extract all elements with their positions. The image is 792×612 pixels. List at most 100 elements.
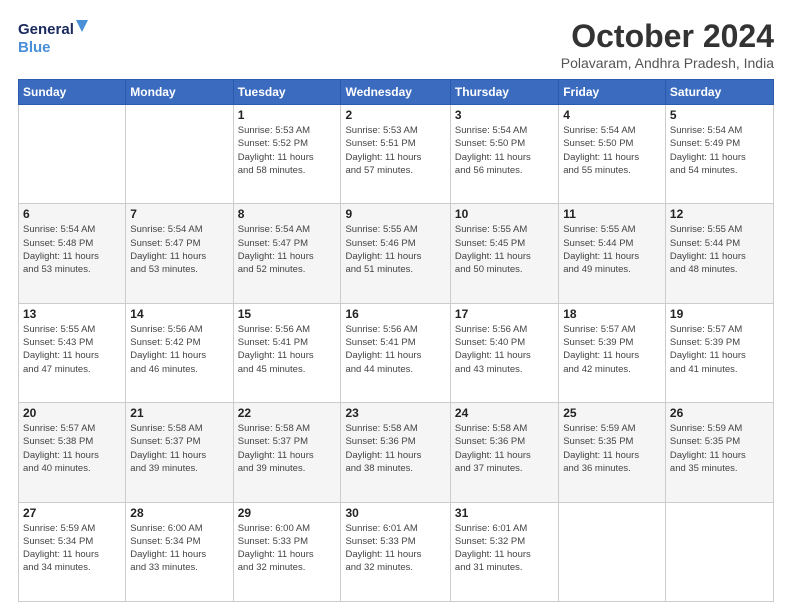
table-row: 30 Sunrise: 6:01 AM Sunset: 5:33 PM Dayli… <box>341 502 450 601</box>
col-wednesday: Wednesday <box>341 80 450 105</box>
week-row-2: 6 Sunrise: 5:54 AM Sunset: 5:48 PM Daylig… <box>19 204 774 303</box>
day-number: 19 <box>670 307 769 321</box>
table-row: 12 Sunrise: 5:55 AM Sunset: 5:44 PM Dayli… <box>665 204 773 303</box>
day-info: Sunrise: 5:57 AM Sunset: 5:39 PM Dayligh… <box>563 323 661 376</box>
day-info: Sunrise: 5:55 AM Sunset: 5:46 PM Dayligh… <box>345 223 445 276</box>
header: General Blue October 2024 Polavaram, And… <box>18 18 774 71</box>
day-info: Sunrise: 5:59 AM Sunset: 5:35 PM Dayligh… <box>563 422 661 475</box>
table-row: 27Sunrise: 5:59 AM Sunset: 5:34 PM Dayli… <box>19 502 126 601</box>
day-number: 13 <box>23 307 121 321</box>
day-number: 24 <box>455 406 554 420</box>
svg-text:Blue: Blue <box>18 39 51 56</box>
table-row: 31 Sunrise: 6:01 AM Sunset: 5:32 PM Dayli… <box>450 502 558 601</box>
day-number: 9 <box>345 207 445 221</box>
day-number: 11 <box>563 207 661 221</box>
day-number: 8 <box>238 207 337 221</box>
table-row: 8 Sunrise: 5:54 AM Sunset: 5:47 PM Daylig… <box>233 204 341 303</box>
logo-svg: General Blue <box>18 18 88 58</box>
day-info: Sunrise: 5:57 AM Sunset: 5:38 PM Dayligh… <box>23 422 121 475</box>
table-row: 2 Sunrise: 5:53 AM Sunset: 5:51 PM Daylig… <box>341 105 450 204</box>
day-info: Sunrise: 5:55 AM Sunset: 5:43 PM Dayligh… <box>23 323 121 376</box>
day-info: Sunrise: 5:58 AM Sunset: 5:36 PM Dayligh… <box>345 422 445 475</box>
day-number: 14 <box>130 307 228 321</box>
day-number: 15 <box>238 307 337 321</box>
month-title: October 2024 <box>561 18 774 55</box>
table-row: 22 Sunrise: 5:58 AM Sunset: 5:37 PM Dayli… <box>233 403 341 502</box>
page: General Blue October 2024 Polavaram, And… <box>0 0 792 612</box>
day-number: 21 <box>130 406 228 420</box>
table-row: 9 Sunrise: 5:55 AM Sunset: 5:46 PM Daylig… <box>341 204 450 303</box>
day-info: Sunrise: 5:58 AM Sunset: 5:37 PM Dayligh… <box>238 422 337 475</box>
col-thursday: Thursday <box>450 80 558 105</box>
logo: General Blue <box>18 18 88 58</box>
table-row: 13 Sunrise: 5:55 AM Sunset: 5:43 PM Dayli… <box>19 303 126 402</box>
col-friday: Friday <box>559 80 666 105</box>
svg-text:General: General <box>18 21 74 38</box>
day-number: 29 <box>238 506 337 520</box>
day-info: Sunrise: 5:54 AM Sunset: 5:47 PM Dayligh… <box>130 223 228 276</box>
day-number: 30 <box>345 506 445 520</box>
day-info: Sunrise: 6:00 AM Sunset: 5:34 PM Dayligh… <box>130 522 228 575</box>
day-info: Sunrise: 5:56 AM Sunset: 5:42 PM Dayligh… <box>130 323 228 376</box>
table-row: 14 Sunrise: 5:56 AM Sunset: 5:42 PM Dayli… <box>126 303 233 402</box>
day-info: Sunrise: 5:56 AM Sunset: 5:41 PM Dayligh… <box>345 323 445 376</box>
day-info: Sunrise: 5:53 AM Sunset: 5:51 PM Dayligh… <box>345 124 445 177</box>
table-row: 3Sunrise: 5:54 AM Sunset: 5:50 PM Daylig… <box>450 105 558 204</box>
table-row <box>665 502 773 601</box>
week-row-3: 13 Sunrise: 5:55 AM Sunset: 5:43 PM Dayli… <box>19 303 774 402</box>
table-row <box>126 105 233 204</box>
day-number: 2 <box>345 108 445 122</box>
day-number: 25 <box>563 406 661 420</box>
day-number: 6 <box>23 207 121 221</box>
day-info: Sunrise: 5:53 AM Sunset: 5:52 PM Dayligh… <box>238 124 337 177</box>
table-row: 4Sunrise: 5:54 AM Sunset: 5:50 PM Daylig… <box>559 105 666 204</box>
day-number: 7 <box>130 207 228 221</box>
day-number: 28 <box>130 506 228 520</box>
day-number: 12 <box>670 207 769 221</box>
day-info: Sunrise: 5:58 AM Sunset: 5:37 PM Dayligh… <box>130 422 228 475</box>
day-number: 27 <box>23 506 121 520</box>
col-sunday: Sunday <box>19 80 126 105</box>
table-row: 7 Sunrise: 5:54 AM Sunset: 5:47 PM Daylig… <box>126 204 233 303</box>
col-monday: Monday <box>126 80 233 105</box>
day-number: 22 <box>238 406 337 420</box>
table-row: 10 Sunrise: 5:55 AM Sunset: 5:45 PM Dayli… <box>450 204 558 303</box>
col-tuesday: Tuesday <box>233 80 341 105</box>
day-info: Sunrise: 5:54 AM Sunset: 5:48 PM Dayligh… <box>23 223 121 276</box>
table-row: 5 Sunrise: 5:54 AM Sunset: 5:49 PM Daylig… <box>665 105 773 204</box>
location: Polavaram, Andhra Pradesh, India <box>561 55 774 71</box>
table-row: 11 Sunrise: 5:55 AM Sunset: 5:44 PM Dayli… <box>559 204 666 303</box>
day-info: Sunrise: 5:59 AM Sunset: 5:35 PM Dayligh… <box>670 422 769 475</box>
day-info: Sunrise: 5:58 AM Sunset: 5:36 PM Dayligh… <box>455 422 554 475</box>
day-info: Sunrise: 6:00 AM Sunset: 5:33 PM Dayligh… <box>238 522 337 575</box>
day-info: Sunrise: 5:56 AM Sunset: 5:41 PM Dayligh… <box>238 323 337 376</box>
table-row <box>19 105 126 204</box>
calendar-table: Sunday Monday Tuesday Wednesday Thursday… <box>18 79 774 602</box>
table-row: 16Sunrise: 5:56 AM Sunset: 5:41 PM Dayli… <box>341 303 450 402</box>
day-info: Sunrise: 6:01 AM Sunset: 5:32 PM Dayligh… <box>455 522 554 575</box>
week-row-1: 1 Sunrise: 5:53 AM Sunset: 5:52 PM Daylig… <box>19 105 774 204</box>
week-row-5: 27Sunrise: 5:59 AM Sunset: 5:34 PM Dayli… <box>19 502 774 601</box>
day-info: Sunrise: 5:54 AM Sunset: 5:47 PM Dayligh… <box>238 223 337 276</box>
day-info: Sunrise: 5:55 AM Sunset: 5:44 PM Dayligh… <box>670 223 769 276</box>
table-row: 28 Sunrise: 6:00 AM Sunset: 5:34 PM Dayli… <box>126 502 233 601</box>
table-row: 20Sunrise: 5:57 AM Sunset: 5:38 PM Dayli… <box>19 403 126 502</box>
table-row: 18 Sunrise: 5:57 AM Sunset: 5:39 PM Dayli… <box>559 303 666 402</box>
day-number: 4 <box>563 108 661 122</box>
day-info: Sunrise: 5:54 AM Sunset: 5:49 PM Dayligh… <box>670 124 769 177</box>
day-info: Sunrise: 6:01 AM Sunset: 5:33 PM Dayligh… <box>345 522 445 575</box>
day-number: 17 <box>455 307 554 321</box>
day-number: 5 <box>670 108 769 122</box>
table-row <box>559 502 666 601</box>
day-info: Sunrise: 5:55 AM Sunset: 5:44 PM Dayligh… <box>563 223 661 276</box>
day-number: 1 <box>238 108 337 122</box>
day-number: 3 <box>455 108 554 122</box>
day-number: 18 <box>563 307 661 321</box>
day-info: Sunrise: 5:55 AM Sunset: 5:45 PM Dayligh… <box>455 223 554 276</box>
day-number: 26 <box>670 406 769 420</box>
day-number: 10 <box>455 207 554 221</box>
table-row: 25 Sunrise: 5:59 AM Sunset: 5:35 PM Dayli… <box>559 403 666 502</box>
table-row: 19Sunrise: 5:57 AM Sunset: 5:39 PM Dayli… <box>665 303 773 402</box>
table-row: 6 Sunrise: 5:54 AM Sunset: 5:48 PM Daylig… <box>19 204 126 303</box>
day-number: 31 <box>455 506 554 520</box>
